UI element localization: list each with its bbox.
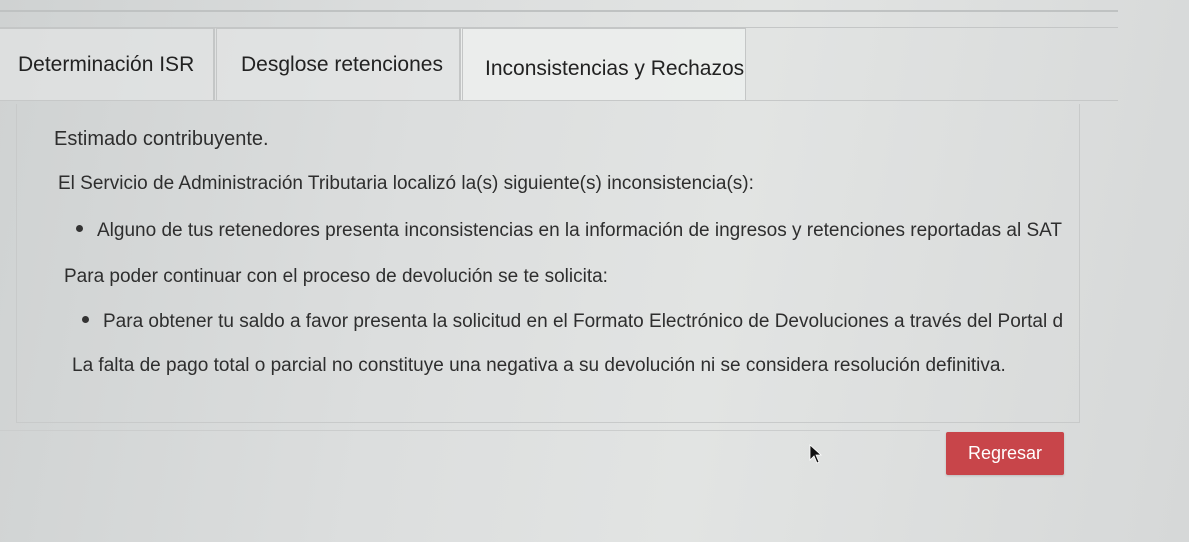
tab-inconsistencias-rechazos[interactable]: Inconsistencias y Rechazos bbox=[460, 28, 746, 100]
mouse-pointer-icon bbox=[809, 444, 823, 464]
tabs-baseline bbox=[0, 100, 1118, 101]
back-button[interactable]: Regresar bbox=[946, 432, 1064, 475]
tab-bar: Determinación ISR Desglose retenciones I… bbox=[0, 28, 746, 100]
tab-label: Determinación ISR bbox=[18, 53, 195, 76]
bullet-icon bbox=[76, 225, 83, 233]
bottom-divider bbox=[0, 430, 940, 431]
request-list-item: Para obtener tu saldo a favor presenta l… bbox=[82, 311, 1063, 333]
request-intro-text: Para poder continuar con el proceso de d… bbox=[64, 266, 608, 287]
note-text: La falta de pago total o parcial no cons… bbox=[72, 355, 1006, 376]
tab-label: Desglose retenciones bbox=[241, 53, 443, 76]
screen: Determinación ISR Desglose retenciones I… bbox=[0, 0, 1189, 542]
tab-desglose-retenciones[interactable]: Desglose retenciones bbox=[214, 28, 460, 100]
inconsistency-text: Alguno de tus retenedores presenta incon… bbox=[97, 220, 1062, 241]
request-text: Para obtener tu saldo a favor presenta l… bbox=[103, 311, 1064, 332]
tab-determinacion-isr[interactable]: Determinación ISR bbox=[0, 28, 214, 100]
greeting-text: Estimado contribuyente. bbox=[54, 128, 269, 150]
bullet-icon bbox=[82, 316, 89, 324]
tab-label: Inconsistencias y Rechazos bbox=[485, 57, 745, 80]
intro-text: El Servicio de Administración Tributaria… bbox=[58, 173, 754, 194]
inconsistency-list-item: Alguno de tus retenedores presenta incon… bbox=[76, 220, 1062, 242]
top-divider bbox=[0, 10, 1118, 12]
